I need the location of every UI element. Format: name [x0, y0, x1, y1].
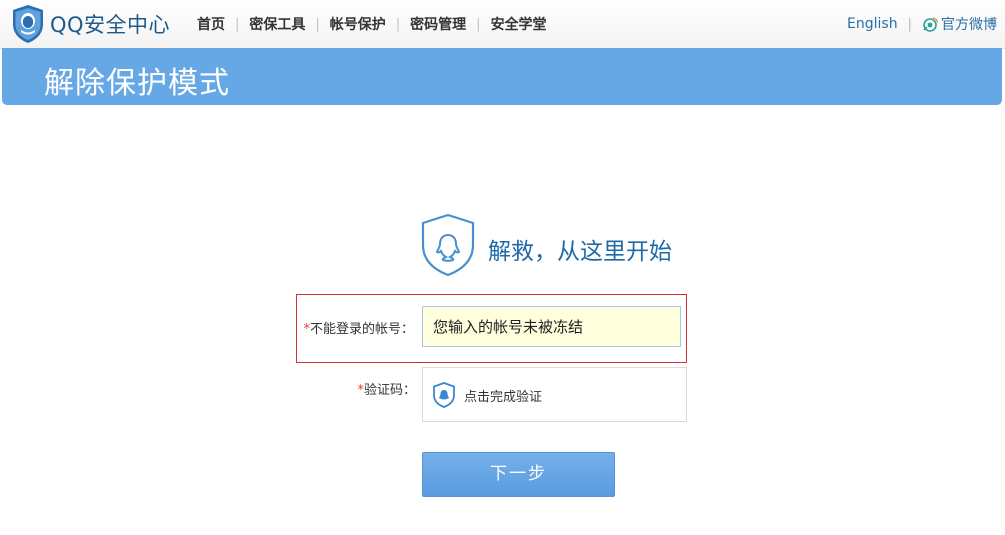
nav-home[interactable]: 首页: [197, 14, 225, 34]
next-step-button[interactable]: 下一步: [422, 452, 615, 497]
english-link[interactable]: English: [847, 16, 898, 32]
account-input[interactable]: [422, 306, 681, 347]
hero-title: 解救，从这里开始: [488, 239, 672, 265]
brand-title[interactable]: QQ安全中心: [50, 9, 170, 39]
nav-separator: |: [315, 16, 320, 32]
nav-separator: |: [395, 16, 401, 32]
account-label-text: 不能登录的帐号：: [309, 322, 414, 337]
weibo-link[interactable]: 官方微博: [922, 14, 997, 34]
nav-password-management[interactable]: 密码管理: [410, 14, 466, 34]
captcha-label: *验证码：: [357, 379, 416, 398]
captcha-text: 点击完成验证: [464, 390, 543, 405]
nav-account-protection[interactable]: 帐号保护: [330, 14, 386, 34]
qq-shield-icon: [421, 213, 475, 277]
weibo-icon: [923, 16, 939, 32]
weibo-link-label: 官方微博: [941, 17, 997, 33]
nav-separator: |: [476, 16, 481, 32]
account-field-row: *不能登录的帐号：: [296, 294, 687, 363]
top-navigation-bar: QQ安全中心 首页 | 密保工具 | 帐号保护 | 密码管理 | 安全学堂 En…: [0, 0, 1005, 49]
nav-security-tools[interactable]: 密保工具: [249, 14, 305, 34]
shield-check-icon: [433, 382, 455, 408]
nav-security-school[interactable]: 安全学堂: [491, 14, 547, 34]
header-right-links: English | 官方微博: [847, 14, 997, 34]
page-banner: 解除保护模式: [2, 48, 1002, 105]
main-nav: 首页 | 密保工具 | 帐号保护 | 密码管理 | 安全学堂: [197, 14, 547, 34]
captcha-label-text: 验证码：: [363, 383, 416, 398]
account-label: *不能登录的帐号：: [303, 318, 414, 337]
page-title: 解除保护模式: [44, 66, 230, 101]
qq-shield-logo-icon[interactable]: [10, 4, 46, 44]
captcha-verify-button[interactable]: 点击完成验证: [422, 367, 687, 422]
nav-separator: |: [235, 16, 240, 32]
header-separator: |: [907, 16, 912, 32]
